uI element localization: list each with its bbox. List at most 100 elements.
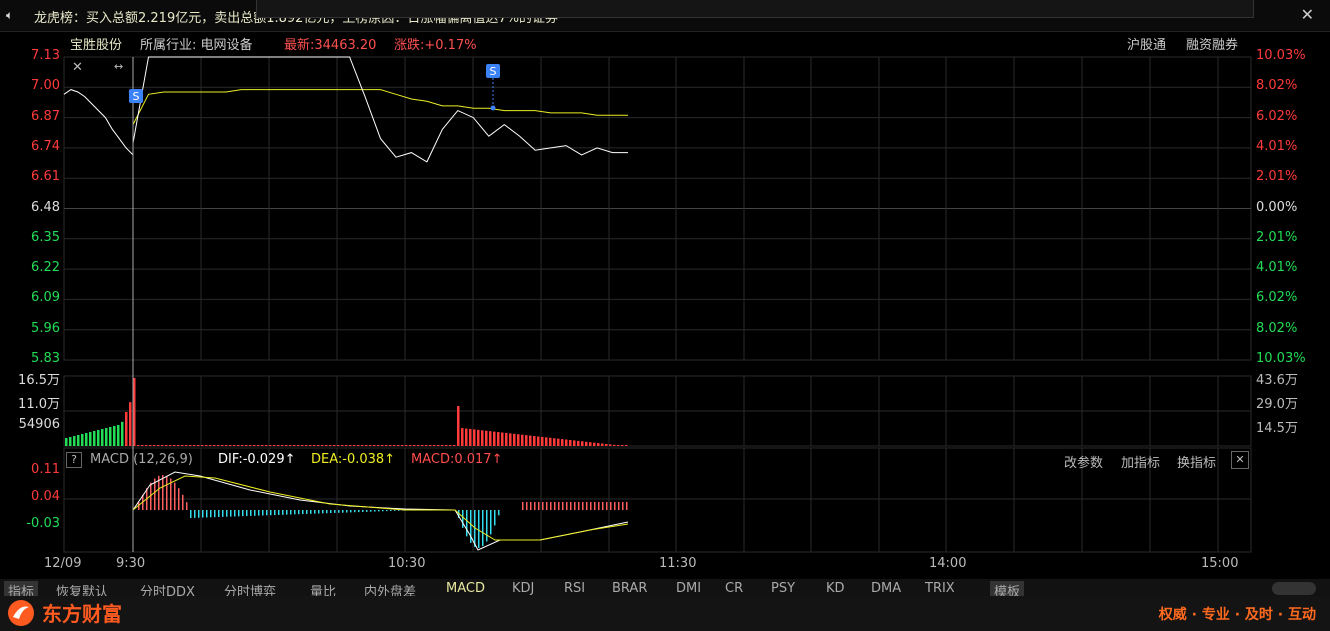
macd-bar — [202, 510, 204, 518]
macd-bar — [594, 502, 596, 510]
macd-bar — [466, 510, 468, 537]
time-tick-label: 11:30 — [659, 556, 697, 571]
volume-bar — [81, 434, 84, 446]
volume-bar — [477, 429, 480, 446]
volume-bar — [521, 434, 524, 446]
macd-bar — [494, 510, 496, 526]
volume-bar — [337, 445, 340, 446]
volume-bar — [261, 445, 264, 446]
chart-canvas[interactable]: S S ✕ ↔ — [0, 0, 1330, 631]
volume-tick-label-right: 29.0万 — [1256, 397, 1298, 412]
volume-bar — [305, 445, 308, 446]
volume-bar — [213, 445, 216, 446]
time-tick-label: 10:30 — [388, 556, 426, 571]
macd-bar — [606, 502, 608, 510]
volume-bar — [273, 445, 276, 446]
volume-bar — [169, 445, 172, 446]
macd-bar — [298, 510, 300, 515]
pct-tick-label: 2.01% — [1256, 229, 1298, 245]
macd-bar — [498, 510, 500, 516]
pct-tick-label: 0.00% — [1256, 199, 1298, 215]
macd-bar — [378, 510, 380, 512]
volume-bar — [609, 444, 612, 446]
dea-line — [132, 475, 629, 541]
price-tick-label: 6.35 — [31, 229, 60, 245]
macd-bar — [350, 510, 352, 513]
volume-bar — [613, 444, 616, 446]
pct-tick-label: 4.01% — [1256, 138, 1298, 154]
volume-bar — [189, 445, 192, 446]
pct-tick-label: 6.02% — [1256, 290, 1298, 306]
pct-tick-label: 8.02% — [1256, 78, 1298, 94]
volume-bar — [621, 445, 624, 446]
tab-14[interactable]: DMA — [871, 581, 901, 596]
volume-bar — [309, 445, 312, 446]
volume-bar — [625, 445, 628, 446]
close-indicator-icon[interactable]: ✕ — [1231, 451, 1249, 469]
svg-text:S: S — [133, 90, 140, 103]
macd-bar — [582, 502, 584, 510]
volume-bar — [253, 445, 256, 446]
price-tick-label: 5.83 — [31, 351, 60, 366]
macd-bar — [274, 510, 276, 516]
volume-bar — [185, 445, 188, 446]
volume-bar — [137, 445, 140, 446]
volume-bar — [601, 443, 604, 446]
macd-bar — [562, 502, 564, 510]
macd-bar — [206, 510, 208, 518]
volume-bar — [417, 445, 420, 446]
volume-bar — [193, 445, 196, 446]
switch-indicator-button[interactable]: 换指标 — [1177, 452, 1216, 471]
toggle-switch[interactable] — [1272, 582, 1316, 595]
volume-bar — [449, 445, 452, 446]
tab-10[interactable]: DMI — [676, 581, 701, 596]
eastmoney-logo-icon — [8, 600, 34, 626]
change-params-button[interactable]: 改参数 — [1064, 452, 1103, 471]
tab-7[interactable]: KDJ — [512, 581, 534, 596]
add-indicator-button[interactable]: 加指标 — [1121, 452, 1160, 471]
tab-8[interactable]: RSI — [564, 581, 585, 596]
macd-bar — [522, 502, 524, 510]
macd-bar — [526, 502, 528, 510]
macd-bar — [322, 510, 324, 514]
volume-bar — [317, 445, 320, 446]
tab-11[interactable]: CR — [725, 581, 743, 596]
volume-bar — [257, 445, 260, 446]
volume-bar — [333, 445, 336, 446]
tab-13[interactable]: KD — [826, 581, 845, 596]
tab-15[interactable]: TRIX — [925, 581, 955, 596]
macd-bar — [306, 510, 308, 514]
volume-bar — [93, 431, 96, 446]
macd-tick-label: -0.03 — [26, 516, 60, 531]
volume-bar — [557, 438, 560, 446]
macd-bar — [310, 510, 312, 514]
macd-bar — [294, 510, 296, 515]
macd-bar — [358, 510, 360, 513]
tab-6[interactable]: MACD — [446, 581, 485, 596]
volume-bar — [365, 445, 368, 446]
help-icon[interactable]: ? — [66, 452, 82, 468]
volume-bar — [153, 445, 156, 446]
macd-tick-label: 0.04 — [31, 489, 60, 504]
macd-bar — [186, 502, 188, 510]
macd-bar — [602, 502, 604, 510]
volume-bar — [573, 440, 576, 446]
price-tick-label: 6.22 — [31, 260, 60, 276]
volume-bar — [433, 445, 436, 446]
macd-bar — [266, 510, 268, 516]
macd-bar — [354, 510, 356, 513]
volume-bar — [481, 430, 484, 446]
volume-bar — [409, 445, 412, 446]
price-tick-label: 6.09 — [31, 290, 60, 306]
macd-bar — [334, 510, 336, 513]
tab-9[interactable]: BRAR — [612, 581, 647, 596]
volume-bar — [441, 445, 444, 446]
volume-bar — [585, 441, 588, 446]
price-tick-label: 7.00 — [31, 78, 60, 94]
volume-bar — [101, 429, 104, 446]
macd-bar — [238, 510, 240, 517]
macd-bar — [162, 475, 164, 510]
macd-bar — [578, 502, 580, 510]
macd-bar — [598, 502, 600, 510]
tab-12[interactable]: PSY — [771, 581, 795, 596]
